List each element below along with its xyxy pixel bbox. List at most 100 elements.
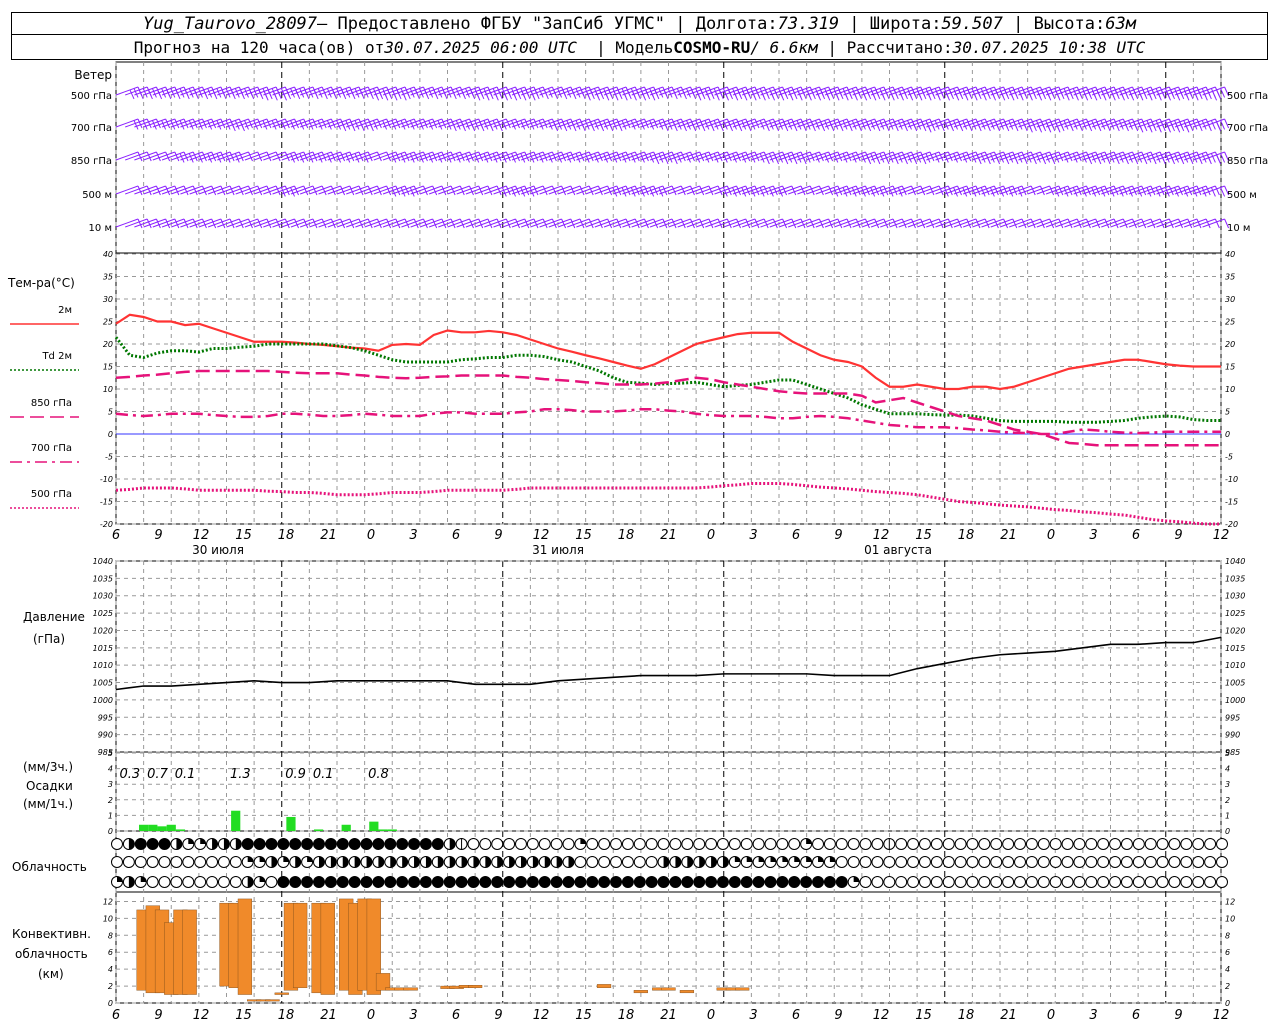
x-tick-mid: 9 [154,528,162,543]
cloud-cover-symbol [1049,876,1062,888]
temp-legend-label: 850 гПа [31,398,72,409]
conv-tick-right: 12 [1225,897,1235,906]
cloud-cover-symbol [1014,856,1027,868]
cloud-cover-symbol [562,876,575,888]
cloud-cover-symbol [419,856,432,868]
cloud-cover-symbol [657,838,670,850]
cloud-cover-symbol [241,876,254,888]
precip-tick-left: 2 [108,796,113,805]
cloud-cover-symbol [1025,856,1038,868]
cloud-cover-symbol [633,838,646,850]
cloud-cover-symbol [526,838,539,850]
temp-tick-right: 10 [1225,385,1235,394]
precip-sum-label: 0.1 [313,767,334,782]
x-tick-mid: 0 [1047,528,1055,543]
conv-cloud-bar [274,992,289,995]
cloud-cover-symbol [895,856,908,868]
cloud-cover-symbol [1156,876,1169,888]
cloud-cover-symbol [241,856,254,868]
cloud-cover-symbol [324,838,337,850]
x-tick-mid: 9 [494,528,502,543]
cloud-cover-symbol [669,876,682,888]
cloud-cover-symbol [336,856,349,868]
cloud-cover-symbol [800,856,813,868]
precip-tick-right: 5 [1225,749,1230,758]
cloud-cover-symbol [384,876,397,888]
conv-tick-right: 6 [1225,948,1230,957]
cloud-cover-symbol [1002,856,1015,868]
cloud-cover-symbol [1120,856,1133,868]
cloud-cover-symbol [503,856,516,868]
cloud-cover-symbol [681,876,694,888]
cloud-cover-symbol [206,838,219,850]
precip-sum-label: 0.3 [119,767,140,782]
x-tick-bottom: 0 [707,1008,715,1023]
cloud-cover-symbol [158,856,171,868]
cloud-cover-symbol [336,838,349,850]
x-tick-bottom: 6 [112,1008,120,1023]
x-tick-mid: 12 [1213,528,1230,543]
cloud-cover-symbol [574,856,587,868]
cloud-cover-symbol [788,856,801,868]
cloud-cover-symbol [788,838,801,850]
x-tick-bottom: 3 [749,1008,757,1023]
cloud-cover-symbol [716,856,729,868]
conv-tick-left: 6 [108,948,113,957]
x-tick-mid: 0 [707,528,715,543]
x-tick-mid: 12 [533,528,550,543]
conv-tick-right: 10 [1225,914,1235,923]
pressure-tick-right: 1025 [1225,609,1245,618]
cloud-cover-symbol [562,838,575,850]
cloud-cover-symbol [514,856,527,868]
cloud-cover-symbol [645,876,658,888]
cloud-cover-symbol [324,856,337,868]
wind-title: Ветер [74,68,112,82]
cloud-cover-symbol [610,856,623,868]
cloud-cover-symbol [669,838,682,850]
cloud-cover-symbol [526,876,539,888]
wind-level-label-right: 10 м [1227,223,1250,234]
cloud-cover-symbol [847,856,860,868]
cloud-cover-symbol [348,838,361,850]
cloud-cover-symbol [384,856,397,868]
precip-tick-left: 4 [108,765,113,774]
cloud-cover-symbol [740,876,753,888]
cloud-cover-symbol [1204,876,1217,888]
x-tick-mid: 21 [320,528,337,543]
conv-title: Конвективн. [12,927,91,941]
conv-tick-left: 0 [108,999,113,1008]
x-tick-bottom: 0 [367,1008,375,1023]
cloud-cover-symbol [990,838,1003,850]
cloud-cover-symbol [1144,856,1157,868]
cloud-cover-symbol [443,838,456,850]
cloud-cover-symbol [1144,876,1157,888]
precip-tick-left: 5 [108,749,113,758]
pressure-tick-left: 1035 [93,574,113,583]
cloud-cover-symbol [289,838,302,850]
cloud-cover-symbol [277,838,290,850]
temp-tick-right: 0 [1225,430,1230,439]
x-tick-mid: 15 [575,528,592,543]
precip-bar [166,824,176,831]
cloud-cover-symbol [859,838,872,850]
cloud-cover-symbol [372,876,385,888]
wind-barb [115,118,143,130]
cloud-cover-symbol [598,856,611,868]
x-tick-mid: 6 [792,528,800,543]
cloud-cover-symbol [954,838,967,850]
precip-tick-left: 0 [108,827,113,836]
x-tick-bottom: 3 [409,1008,417,1023]
conv-tick-left: 12 [103,897,113,906]
x-tick-bottom: 9 [154,1008,162,1023]
x-tick-bottom: 3 [1089,1008,1097,1023]
wind-level-label-left: 500 м [82,190,112,201]
cloud-cover-symbol [206,856,219,868]
cloud-cover-symbol [265,876,278,888]
precip-bar [139,824,149,831]
cloud-cover-symbol [621,876,634,888]
cloud-cover-symbol [728,838,741,850]
cloud-cover-symbol [1132,876,1145,888]
day-label: 31 июля [532,543,584,557]
precip-bar [157,826,167,831]
cloud-cover-symbol [1120,838,1133,850]
